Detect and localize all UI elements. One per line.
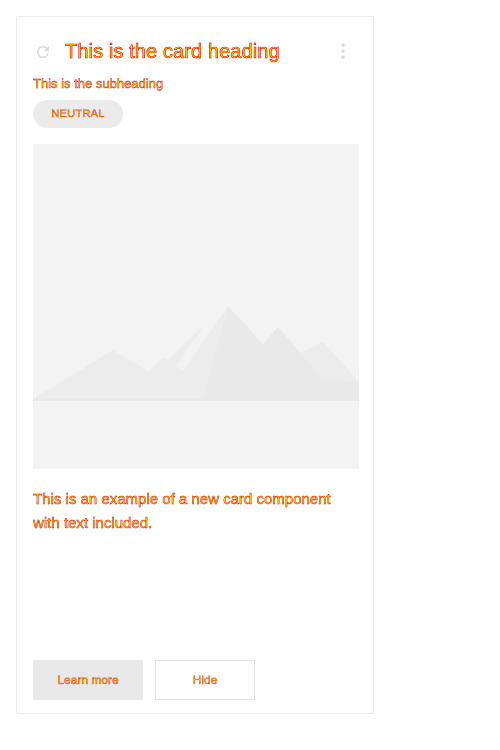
image-placeholder-icon: [33, 144, 359, 469]
hide-button[interactable]: Hide: [155, 660, 255, 700]
card-subheading: This is the subheading: [33, 76, 164, 91]
refresh-icon[interactable]: [33, 42, 53, 62]
card-header: This is the card heading: [33, 39, 359, 65]
more-vertical-icon[interactable]: [333, 41, 353, 61]
learn-more-button[interactable]: Learn more: [33, 660, 143, 700]
card-heading: This is the card heading: [65, 40, 280, 63]
neutral-chip: NEUTRAL: [33, 100, 123, 128]
media-placeholder: [33, 144, 359, 469]
card: This is the card heading This is the sub…: [16, 16, 374, 714]
card-actions: Learn more Hide: [33, 660, 255, 700]
card-body-text: This is an example of a new card compone…: [33, 491, 331, 532]
